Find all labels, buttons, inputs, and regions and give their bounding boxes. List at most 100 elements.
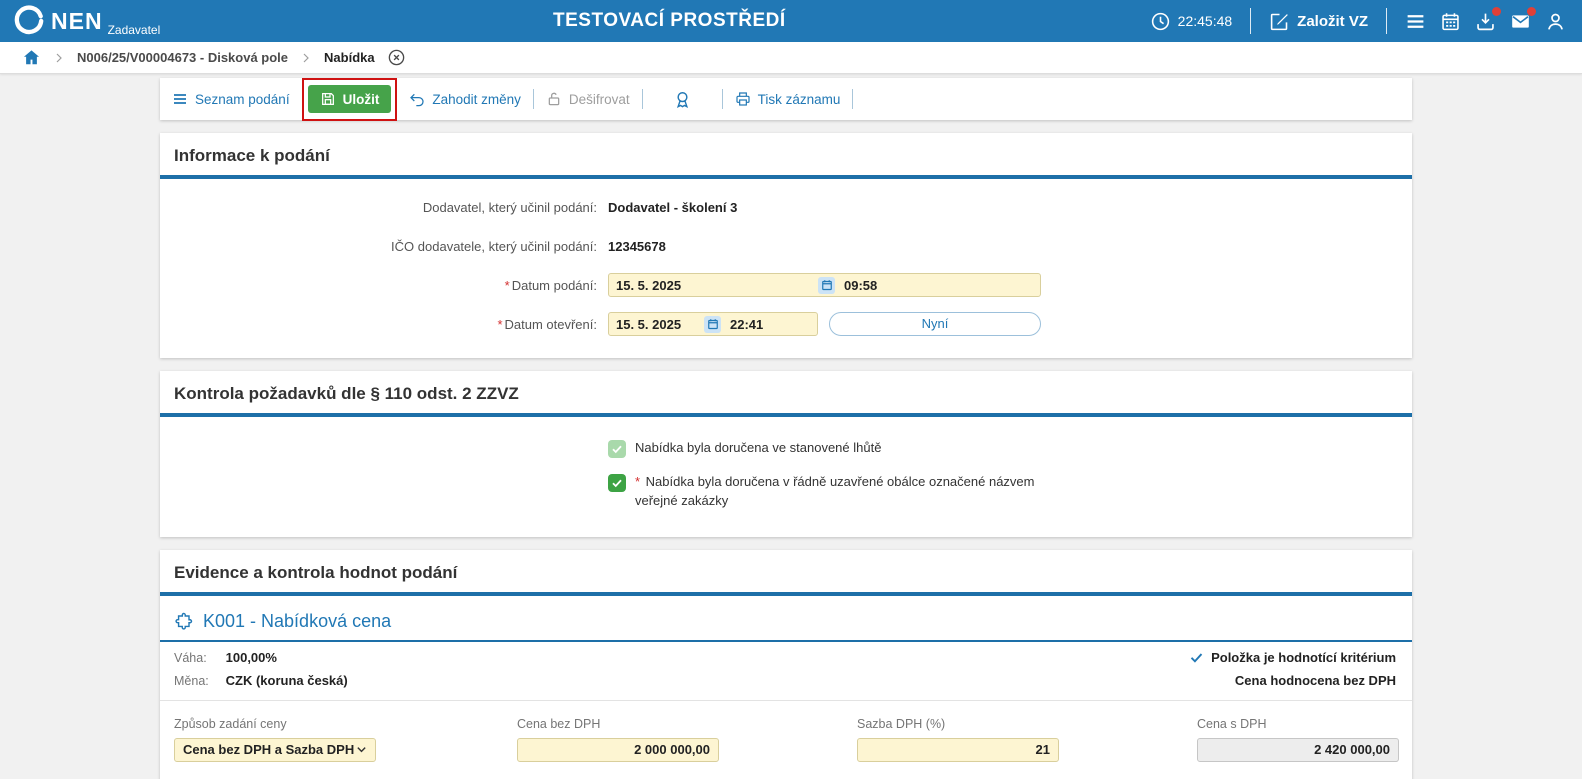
checkbox-label: * Nabídka byla doručena v řádně uzavřené… bbox=[635, 474, 1035, 508]
edit-square-icon bbox=[1270, 13, 1288, 30]
brand-text: NEN bbox=[51, 8, 103, 34]
required-asterisk: * bbox=[497, 316, 503, 332]
section-kontrola-pozadavku: Kontrola požadavků dle § 110 odst. 2 ZZV… bbox=[160, 371, 1412, 537]
check-icon bbox=[1190, 653, 1203, 663]
unlock-icon bbox=[548, 92, 560, 106]
chevron-down-icon bbox=[357, 747, 366, 753]
cena-bez-dph-input[interactable]: 2 000 000,00 bbox=[517, 737, 719, 762]
desifrovat-label: Dešifrovat bbox=[568, 91, 630, 107]
home-icon[interactable] bbox=[22, 48, 41, 67]
seznam-podani-button[interactable]: Seznam podání bbox=[172, 91, 290, 107]
field-row-datum-podani: * Datum podání: 15. 5. 2025 09:58 bbox=[160, 273, 1412, 297]
divider bbox=[532, 89, 534, 109]
tisk-zaznamu-label: Tisk záznamu bbox=[757, 91, 841, 107]
seznam-podani-label: Seznam podání bbox=[195, 91, 290, 107]
field-row-ico: IČO dodavatele, který učinil podání: 123… bbox=[160, 234, 1412, 258]
user-profile-button[interactable] bbox=[1545, 11, 1566, 32]
tisk-zaznamu-button[interactable]: Tisk záznamu bbox=[735, 91, 841, 107]
checkmark-icon bbox=[612, 445, 622, 454]
desifrovat-button[interactable]: Dešifrovat bbox=[546, 91, 630, 107]
field-label: * Datum podání: bbox=[504, 277, 597, 293]
save-floppy-icon bbox=[321, 93, 334, 105]
puzzle-icon bbox=[175, 613, 193, 630]
clock-display: 22:45:48 bbox=[1150, 11, 1233, 32]
field-label: Dodavatel, který učinil podání: bbox=[422, 199, 597, 215]
certificate-button[interactable] bbox=[673, 90, 692, 109]
zpusob-zadani-cell: Způsob zadání ceny Cena bez DPH a Sazba … bbox=[174, 717, 517, 779]
divider bbox=[1250, 8, 1252, 34]
checkbox-row-lhuta: Nabídka byla doručena ve stanovené lhůtě bbox=[608, 439, 1412, 458]
mena-label: Měna: bbox=[174, 673, 209, 688]
required-asterisk: * bbox=[504, 277, 510, 293]
mena-row: Měna: CZK (koruna česká) Cena hodnocena … bbox=[160, 665, 1412, 688]
checkbox-obalka[interactable] bbox=[608, 474, 626, 492]
datepicker-calendar-icon[interactable] bbox=[704, 315, 721, 333]
ulozit-button[interactable]: Uložit bbox=[307, 85, 392, 113]
clock-icon bbox=[1151, 12, 1169, 30]
dodavatel-value: Dodavatel - školení 3 bbox=[608, 199, 738, 215]
datum-podani-input[interactable]: 15. 5. 2025 09:58 bbox=[608, 273, 1041, 297]
breadcrumb: N006/25/V00004673 - Disková pole Nabídka bbox=[0, 42, 1582, 74]
cena-bez-dph-cell: Cena bez DPH 2 000 000,00 bbox=[517, 717, 857, 779]
checkbox-label: Nabídka byla doručena ve stanovené lhůtě bbox=[635, 440, 882, 455]
datum-podani-time-value[interactable]: 09:58 bbox=[844, 278, 877, 293]
top-bar: NEN Zadavatel TESTOVACÍ PROSTŘEDÍ 22:45:… bbox=[0, 0, 1582, 42]
datum-podani-date-value[interactable]: 15. 5. 2025 bbox=[616, 278, 818, 293]
kriterium-title: K001 - Nabídková cena bbox=[203, 610, 392, 631]
record-toolbar: Seznam podání Uložit Zahodit změny Dešif… bbox=[160, 78, 1412, 121]
flag-hodnotici-kriterium: Položka je hodnotící kritérium bbox=[1189, 650, 1396, 665]
ribbon-award-icon bbox=[676, 91, 688, 108]
checkbox-row-obalka: * Nabídka byla doručena v řádně uzavřené… bbox=[608, 473, 1412, 511]
sazba-dph-cell: Sazba DPH (%) 21 bbox=[857, 717, 1197, 779]
divider bbox=[641, 89, 643, 109]
download-notification-dot bbox=[1492, 6, 1501, 16]
list-icon bbox=[174, 94, 186, 104]
calendar-button[interactable] bbox=[1440, 11, 1461, 32]
downloads-button[interactable] bbox=[1475, 6, 1501, 32]
checkbox-lhuta bbox=[608, 440, 626, 458]
cena-bez-dph-label: Cena bez DPH bbox=[517, 716, 601, 731]
vaha-label: Váha: bbox=[174, 650, 207, 665]
datepicker-calendar-icon[interactable] bbox=[818, 276, 835, 294]
datum-otevreni-input[interactable]: 15. 5. 2025 22:41 bbox=[608, 312, 818, 336]
user-icon bbox=[1548, 13, 1563, 30]
main-menu-button[interactable] bbox=[1405, 11, 1426, 32]
cena-s-dph-readonly: 2 420 000,00 bbox=[1197, 737, 1399, 762]
divider bbox=[1386, 8, 1387, 34]
section-informace-k-podani: Informace k podání Dodavatel, který učin… bbox=[160, 133, 1412, 358]
divider bbox=[721, 89, 723, 109]
divider bbox=[852, 89, 854, 109]
undo-icon bbox=[410, 93, 424, 107]
chevron-right-icon bbox=[56, 53, 62, 62]
required-asterisk: * bbox=[635, 474, 644, 489]
zalozit-vz-button[interactable]: Založit VZ bbox=[1269, 11, 1368, 32]
brand-subtitle: Zadavatel bbox=[107, 23, 161, 37]
cena-s-dph-cell: Cena s DPH 2 420 000,00 Hodnota DPH 420 … bbox=[1197, 717, 1399, 779]
field-row-datum-otevreni: * Datum otevření: 15. 5. 2025 22:41 Nyní bbox=[160, 312, 1412, 336]
section-evidence-hodnot: Evidence a kontrola hodnot podání K001 -… bbox=[160, 549, 1412, 779]
zahodit-zmeny-label: Zahodit změny bbox=[432, 91, 521, 107]
section-title: Evidence a kontrola hodnot podání bbox=[174, 562, 458, 582]
kriterium-header: K001 - Nabídková cena bbox=[160, 596, 1412, 640]
datum-otevreni-date-value[interactable]: 15. 5. 2025 bbox=[616, 317, 704, 332]
zalozit-vz-label: Založit VZ bbox=[1297, 12, 1368, 30]
breadcrumb-item-nabidka[interactable]: Nabídka bbox=[324, 50, 375, 65]
mail-notification-dot bbox=[1527, 6, 1536, 16]
nen-ring-icon bbox=[14, 5, 44, 35]
vaha-value: 100,00% bbox=[225, 649, 277, 665]
nyni-button[interactable]: Nyní bbox=[829, 312, 1041, 336]
datum-otevreni-time-value[interactable]: 22:41 bbox=[730, 317, 763, 332]
cena-s-dph-label: Cena s DPH bbox=[1197, 716, 1267, 731]
nen-logo[interactable]: NEN Zadavatel bbox=[14, 1, 189, 41]
zahodit-zmeny-button[interactable]: Zahodit změny bbox=[409, 91, 521, 107]
clock-time: 22:45:48 bbox=[1177, 13, 1233, 29]
section-title: Informace k podání bbox=[174, 146, 330, 165]
messages-button[interactable] bbox=[1510, 6, 1536, 32]
close-tab-icon[interactable] bbox=[387, 48, 406, 67]
zpusob-zadani-value: Cena bez DPH a Sazba DPH bbox=[183, 742, 355, 758]
sazba-dph-input[interactable]: 21 bbox=[857, 737, 1059, 762]
breadcrumb-item-zakazka[interactable]: N006/25/V00004673 - Disková pole bbox=[77, 50, 288, 65]
calendar-icon bbox=[1442, 12, 1459, 30]
sazba-dph-label: Sazba DPH (%) bbox=[857, 716, 946, 731]
zpusob-zadani-select[interactable]: Cena bez DPH a Sazba DPH bbox=[174, 737, 376, 762]
